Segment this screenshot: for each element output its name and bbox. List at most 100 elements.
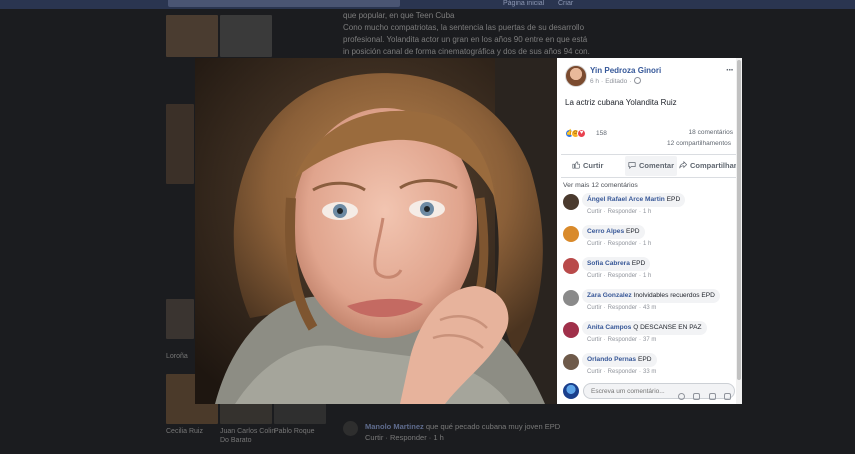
- comment-bubble: Zara Gonzalez Inolvidables recuerdos EPD: [582, 289, 720, 303]
- background-thumbnail[interactable]: [166, 15, 218, 57]
- like-button-label: Curtir: [583, 161, 604, 170]
- post-time[interactable]: 6 h: [590, 78, 599, 85]
- panel-scrollbar[interactable]: [736, 58, 742, 404]
- comment-time[interactable]: 1 h: [643, 273, 651, 279]
- comment-composer: [561, 381, 738, 401]
- comment-reply-link[interactable]: Responder: [608, 209, 637, 215]
- comment-text: EPD: [625, 228, 640, 235]
- feed-line: in posición canal de forma cinematográfi…: [343, 47, 590, 56]
- comment-like-link[interactable]: Curtir: [587, 209, 602, 215]
- commenter-name[interactable]: Orlando Pernas: [587, 356, 636, 363]
- comment-reply-link[interactable]: Responder: [608, 305, 637, 311]
- background-feed-text: que popular, en que Teen Cuba Cono mucho…: [343, 10, 603, 58]
- post-side-panel: Yin Pedroza Ginori 6 h · Editado · ··· La a…: [557, 58, 742, 404]
- comment-item: Orlando Pernas EPD Curtir · Responder · 33 m: [563, 353, 735, 381]
- share-button[interactable]: Compartilhar: [679, 155, 737, 177]
- commenter-name[interactable]: Zara Gonzalez: [587, 292, 632, 299]
- search-input[interactable]: [168, 0, 400, 7]
- background-comment: Manolo Martinez que qué pecado cubana mu…: [365, 422, 560, 442]
- commenter-avatar[interactable]: [563, 354, 579, 370]
- comment-item: Ángel Rafael Arce Martin EPD Curtir · Respo…: [563, 193, 735, 221]
- feed-line: Cono mucho compatriotas, la sentencia la…: [343, 23, 585, 32]
- scrollbar-thumb[interactable]: [737, 60, 741, 380]
- nav-link-create[interactable]: Criar: [558, 0, 573, 7]
- comment-button-label: Comentar: [639, 161, 675, 170]
- comment-like-link[interactable]: Curtir: [587, 305, 602, 311]
- comment-time[interactable]: 1 h: [643, 209, 651, 215]
- post-photo[interactable]: [195, 58, 557, 404]
- love-reaction-icon: ♥: [577, 129, 586, 138]
- reaction-count[interactable]: 158: [596, 130, 607, 137]
- like-button[interactable]: Curtir: [572, 155, 603, 177]
- commenter-name[interactable]: Sofia Cabrera: [587, 260, 630, 267]
- camera-icon[interactable]: [693, 393, 701, 400]
- share-arrow-icon: [679, 161, 687, 169]
- comment-bubble: Ángel Rafael Arce Martin EPD: [582, 193, 686, 207]
- comment-time[interactable]: 37 m: [643, 337, 656, 343]
- commenter-avatar[interactable]: [563, 194, 579, 210]
- commenter-name[interactable]: Cerro Alpes: [587, 228, 624, 235]
- background-thumbnail[interactable]: [166, 299, 194, 339]
- see-more-comments-link[interactable]: Ver mais 12 comentários: [563, 182, 638, 189]
- comment-item: Cerro Alpes EPD Curtir · Responder · 1 h: [563, 225, 735, 253]
- emoji-icon[interactable]: [677, 393, 685, 400]
- comment-text: Q DESCANSE EN PAZ: [633, 324, 702, 331]
- feed-line: que popular, en que Teen Cuba: [343, 11, 455, 20]
- comment-text: EPD: [666, 196, 681, 203]
- current-user-avatar: [563, 383, 579, 399]
- comment-item: Zara Gonzalez Inolvidables recuerdos EPD…: [563, 289, 735, 317]
- comment-actions: Curtir · Responder · 33 m: [587, 369, 657, 375]
- portrait-photo: [195, 58, 557, 404]
- gif-icon[interactable]: [708, 393, 716, 400]
- comment-actions: Curtir · Responder · 1 h: [587, 209, 652, 215]
- comment-text: EPD: [631, 260, 646, 267]
- nav-link-home[interactable]: Página inicial: [503, 0, 544, 7]
- shares-count[interactable]: 12 compartilhamentos: [667, 140, 731, 147]
- background-caption: Juan Carlos Colin Do Barato: [220, 428, 276, 444]
- comment-like-link[interactable]: Curtir: [587, 369, 602, 375]
- author-name[interactable]: Yin Pedroza Ginori: [590, 66, 661, 75]
- commenter-name[interactable]: Anita Campos: [587, 324, 631, 331]
- comment-time[interactable]: 33 m: [643, 369, 656, 375]
- post-action-bar: Curtir Comentar Compartilhar: [561, 154, 738, 178]
- edited-label[interactable]: Editado: [605, 78, 627, 85]
- comment-actions: Curtir · Responder · 1 h: [587, 241, 652, 247]
- background-comment-author[interactable]: Manolo Martinez: [365, 422, 424, 431]
- thumbs-up-icon: [572, 161, 580, 169]
- background-caption: Pablo Roque: [274, 428, 315, 435]
- comment-time[interactable]: 43 m: [643, 305, 656, 311]
- comment-like-link[interactable]: Curtir: [587, 273, 602, 279]
- commenter-avatar[interactable]: [563, 322, 579, 338]
- comment-reply-link[interactable]: Responder: [608, 273, 637, 279]
- background-comment-avatar: [343, 421, 358, 436]
- comments-count[interactable]: 18 comentários: [689, 129, 733, 136]
- commenter-avatar[interactable]: [563, 226, 579, 242]
- post-meta: 6 h · Editado ·: [590, 77, 642, 85]
- comment-text: Inolvidables recuerdos EPD: [633, 292, 715, 299]
- comment-bubble: Sofia Cabrera EPD: [582, 257, 651, 271]
- comment-actions: Curtir · Responder · 37 m: [587, 337, 657, 343]
- sticker-icon[interactable]: [724, 393, 731, 400]
- commenter-avatar[interactable]: [563, 290, 579, 306]
- comment-like-link[interactable]: Curtir: [587, 337, 602, 343]
- comment-actions: Curtir · Responder · 43 m: [587, 305, 657, 311]
- comment-like-link[interactable]: Curtir: [587, 241, 602, 247]
- comment-reply-link[interactable]: Responder: [608, 337, 637, 343]
- commenter-avatar[interactable]: [563, 258, 579, 274]
- background-comment-text: que qué pecado cubana muy joven EPD: [425, 422, 561, 431]
- author-avatar[interactable]: [565, 65, 587, 87]
- background-thumbnail[interactable]: [220, 15, 272, 57]
- post-header: Yin Pedroza Ginori 6 h · Editado · ···: [565, 65, 737, 89]
- commenter-name[interactable]: Ángel Rafael Arce Martin: [587, 196, 665, 203]
- comment-reply-link[interactable]: Responder: [608, 369, 637, 375]
- reaction-summary[interactable]: 👍 ☺ ♥ 158 18 comentários: [565, 129, 737, 139]
- more-options-icon[interactable]: ···: [726, 66, 734, 76]
- comment-reply-link[interactable]: Responder: [608, 241, 637, 247]
- comment-button[interactable]: Comentar: [625, 156, 678, 176]
- comment-icon: [628, 162, 636, 169]
- background-thumbnail[interactable]: [166, 104, 194, 184]
- comment-time[interactable]: 1 h: [643, 241, 651, 247]
- background-caption: Cecilia Ruiz: [166, 428, 203, 435]
- comment-bubble: Orlando Pernas EPD: [582, 353, 657, 367]
- comment-actions: Curtir · Responder · 1 h: [587, 273, 652, 279]
